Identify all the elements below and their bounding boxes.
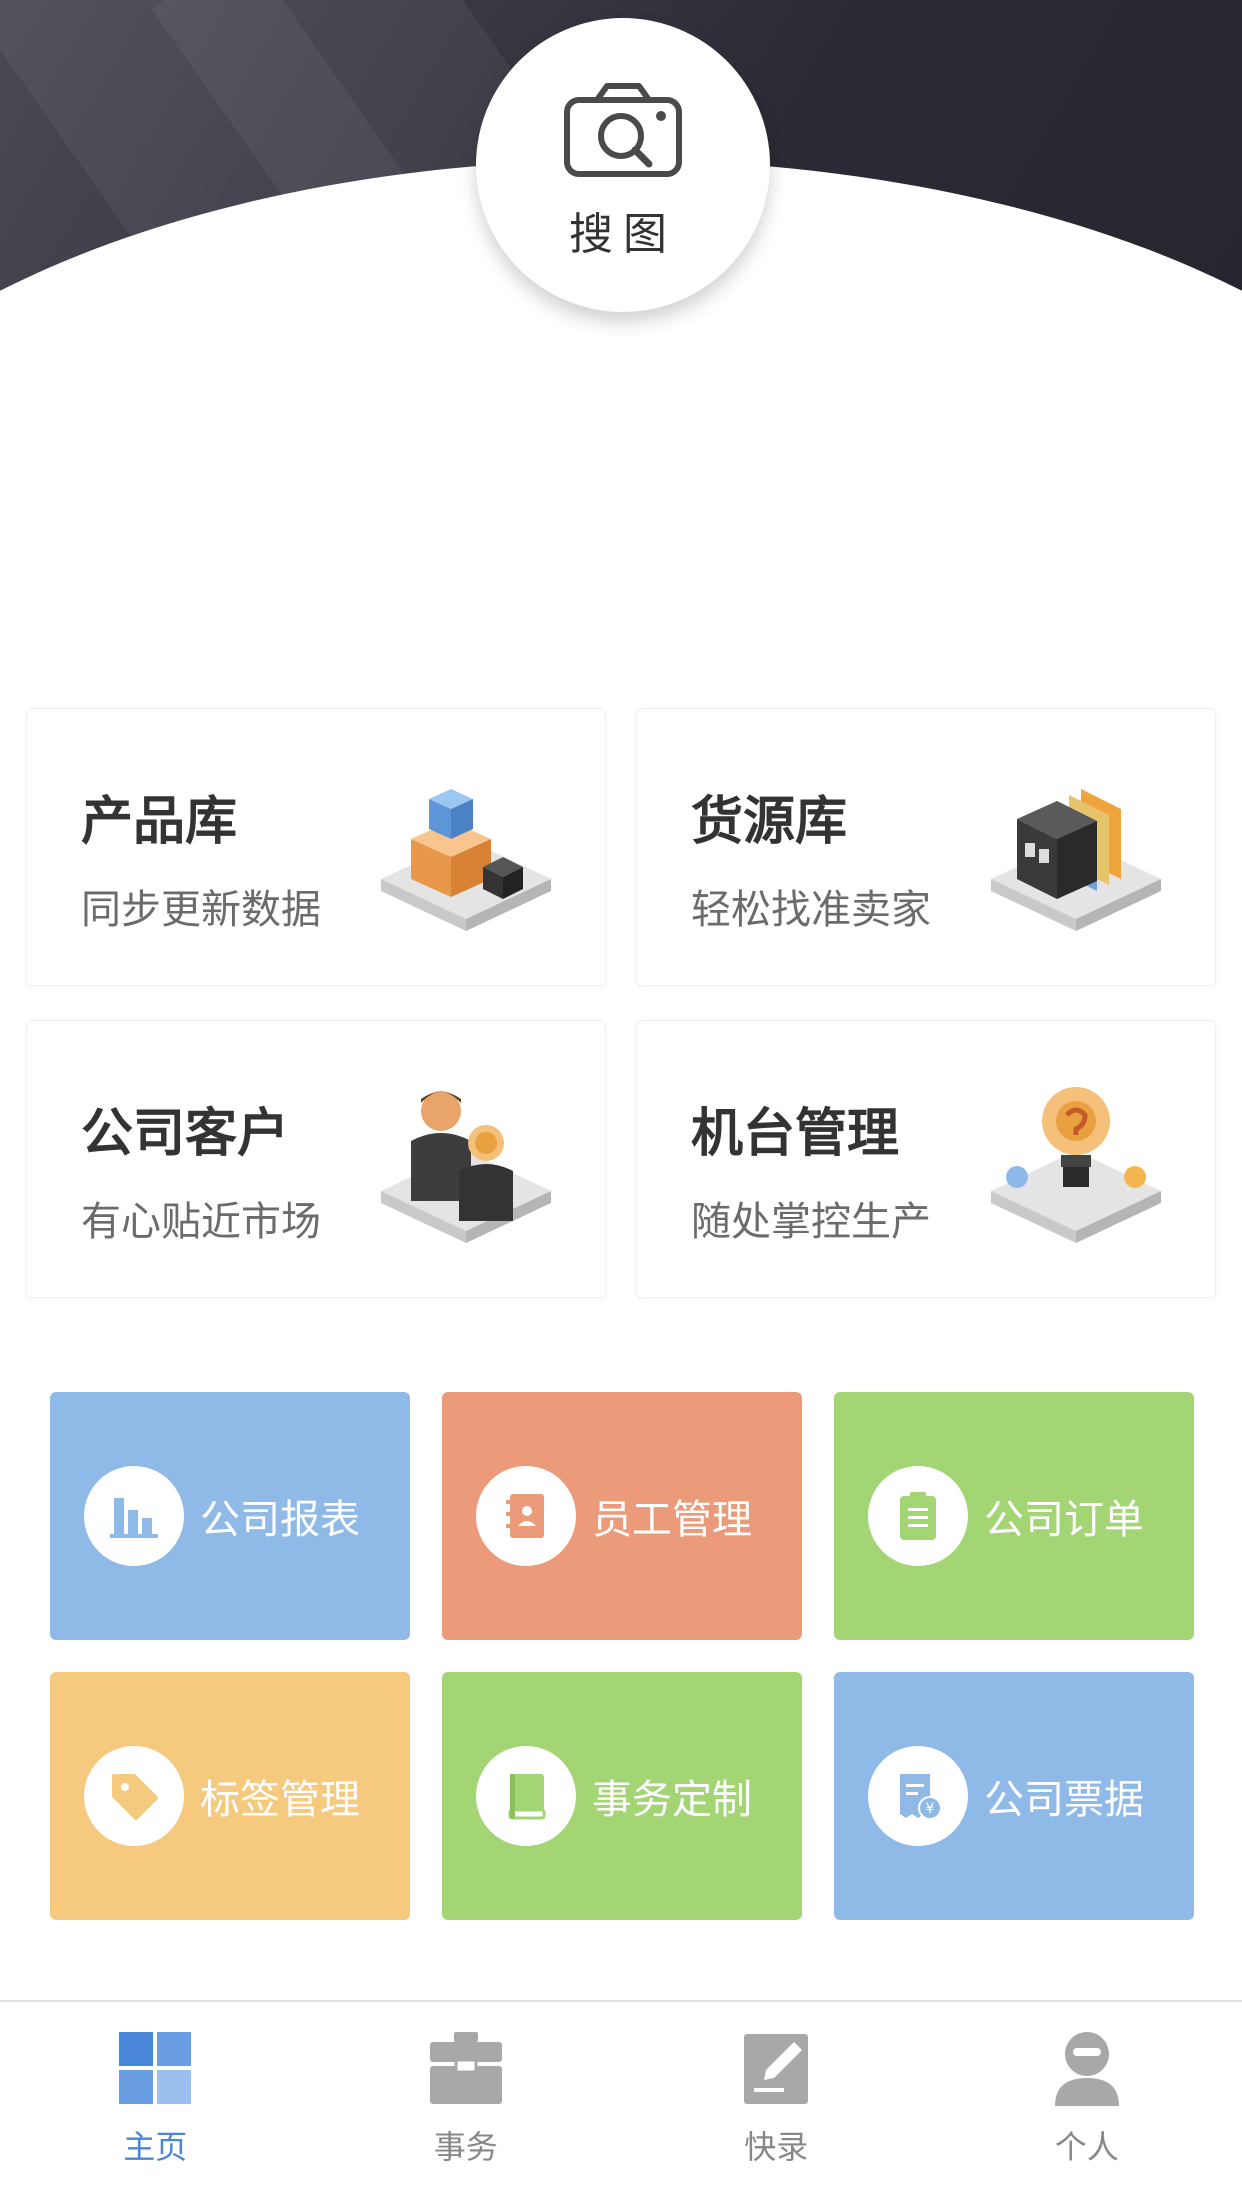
nav-item-quick-entry[interactable]: 快录 xyxy=(621,2002,932,2208)
home-screen: 搜图 产品库 同步更新数据 货源库 轻松找准卖家 公司客户 有心贴近市场 机台管… xyxy=(0,0,1242,2208)
nav-item-profile[interactable]: 个人 xyxy=(932,2002,1242,2208)
image-search-button[interactable]: 搜图 xyxy=(476,18,770,312)
card-subtitle: 有心贴近市场 xyxy=(81,1199,321,1245)
tile-company-orders[interactable]: 公司订单 xyxy=(834,1392,1194,1640)
tile-employee-management[interactable]: 员工管理 xyxy=(442,1392,802,1640)
folders-illustration xyxy=(991,789,1161,931)
tile-task-customization[interactable]: 事务定制 xyxy=(442,1672,802,1920)
card-subtitle: 同步更新数据 xyxy=(81,887,321,933)
briefcase-icon xyxy=(429,2032,502,2104)
tag-icon xyxy=(112,1774,158,1820)
card-supply-library[interactable]: 货源库 轻松找准卖家 xyxy=(636,708,1216,986)
svg-text:¥: ¥ xyxy=(926,1801,935,1817)
tile-label: 公司票据 xyxy=(984,1777,1144,1823)
bar-chart-icon xyxy=(110,1498,158,1538)
nav-label: 个人 xyxy=(1054,2128,1119,2166)
search-label: 搜图 xyxy=(569,209,677,260)
grid-icon xyxy=(119,2032,192,2104)
tile-label: 标签管理 xyxy=(200,1777,360,1823)
person-icon xyxy=(1054,2032,1119,2106)
card-subtitle: 轻松找准卖家 xyxy=(691,887,931,933)
boxes-illustration xyxy=(381,789,551,931)
book-icon xyxy=(508,1774,546,1820)
card-title: 公司客户 xyxy=(81,1103,290,1164)
contact-book-icon xyxy=(506,1494,544,1538)
card-title: 机台管理 xyxy=(691,1103,900,1164)
receipt-icon: ¥ xyxy=(900,1774,942,1820)
nav-label: 主页 xyxy=(123,2128,188,2166)
tile-label: 公司报表 xyxy=(200,1497,360,1543)
tile-label: 事务定制 xyxy=(592,1777,752,1823)
nav-label: 快录 xyxy=(744,2128,809,2166)
card-machine-management[interactable]: 机台管理 随处掌控生产 xyxy=(636,1020,1216,1298)
clipboard-icon xyxy=(900,1492,936,1540)
nav-label: 事务 xyxy=(433,2128,498,2166)
nav-item-tasks[interactable]: 事务 xyxy=(311,2002,622,2208)
camera-search-icon xyxy=(564,83,682,177)
bottom-navigation: 主页 事务 快录 个人 xyxy=(0,2000,1242,2208)
tile-company-reports[interactable]: 公司报表 xyxy=(50,1392,410,1640)
card-title: 产品库 xyxy=(81,791,238,852)
tile-tag-management[interactable]: 标签管理 xyxy=(50,1672,410,1920)
nav-item-home[interactable]: 主页 xyxy=(0,2002,311,2208)
people-illustration xyxy=(381,1091,551,1243)
tile-company-receipts[interactable]: ¥ 公司票据 xyxy=(834,1672,1194,1920)
note-edit-icon xyxy=(744,2034,809,2104)
tile-label: 公司订单 xyxy=(984,1497,1144,1543)
card-product-library[interactable]: 产品库 同步更新数据 xyxy=(26,708,606,986)
lightbulb-illustration xyxy=(991,1087,1161,1243)
card-title: 货源库 xyxy=(691,791,848,852)
card-subtitle: 随处掌控生产 xyxy=(691,1199,931,1245)
tile-label: 员工管理 xyxy=(592,1497,752,1543)
card-company-customers[interactable]: 公司客户 有心贴近市场 xyxy=(26,1020,606,1298)
